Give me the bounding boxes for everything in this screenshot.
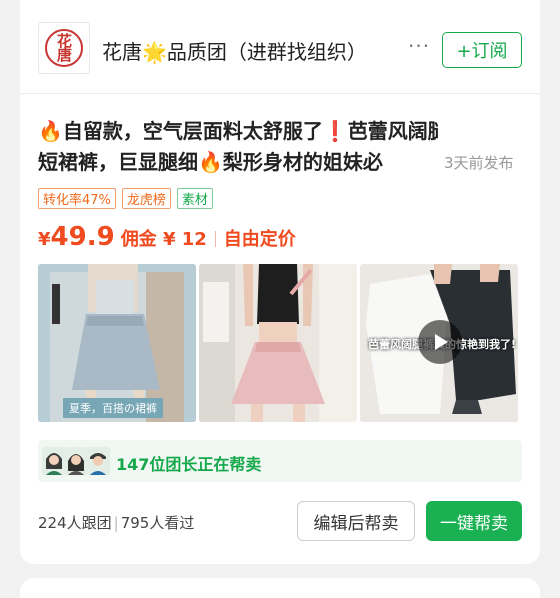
product-image-2[interactable] — [199, 264, 357, 422]
stats-row: 224人跟团 | 795人看过 — [38, 512, 194, 533]
price-row: ¥ 49.9 佣金 ¥ 12 自由定价 — [38, 222, 296, 256]
product-image-1[interactable]: 夏季，百搭の裙裤 — [38, 264, 196, 422]
tag-ranking: 龙虎榜 — [121, 188, 171, 209]
play-icon[interactable] — [418, 320, 462, 364]
custom-price-label[interactable]: 自由定价 — [224, 225, 296, 251]
price-currency: ¥ — [38, 229, 51, 250]
tag-material: 素材 — [176, 188, 213, 209]
commission-label: 佣金 ¥ 12 — [120, 229, 207, 250]
tag-list: 转化率47% 龙虎榜 素材 — [38, 188, 213, 209]
shop-avatar[interactable]: 花唐 — [38, 22, 90, 74]
edit-then-sell-button[interactable]: 编辑后帮卖 — [297, 501, 415, 541]
more-options-icon[interactable]: ··· — [408, 34, 430, 58]
image-caption: 夏季，百搭の裙裤 — [63, 398, 163, 418]
shop-name[interactable]: 花唐🌟品质团（进群找组织） — [102, 36, 367, 65]
one-click-sell-button[interactable]: 一键帮卖 — [426, 501, 522, 541]
helpers-count: 147位团长正在帮卖 — [116, 455, 262, 474]
post-title[interactable]: 🔥自留款，空气层面料太舒服了❗芭蕾风阔腿 短裙裤，巨显腿细🔥梨形身材的姐妹必 — [38, 116, 438, 178]
followers-count: 224人跟团 — [38, 514, 112, 532]
price-divider — [214, 231, 216, 247]
helper-avatars-icon — [42, 447, 110, 475]
card-header: 花唐 花唐🌟品质团（进群找组织） ··· +订阅 — [20, 0, 540, 94]
next-card-edge — [20, 578, 540, 598]
price-value: 49.9 — [50, 222, 115, 252]
publish-time: 3天前发布 — [444, 154, 514, 172]
shop-logo-seal: 花唐 — [45, 29, 83, 67]
post-title-line-1: 🔥自留款，空气层面料太舒服了❗芭蕾风阔腿 — [38, 119, 438, 143]
tag-conversion-rate: 转化率47% — [38, 188, 116, 209]
stats-separator: | — [113, 514, 119, 532]
post-title-line-2: 短裙裤，巨显腿细🔥梨形身材的姐妹必 — [38, 150, 383, 174]
subscribe-button[interactable]: +订阅 — [442, 32, 522, 68]
views-count: 795人看过 — [120, 514, 195, 532]
group-buy-card[interactable]: 花唐 花唐🌟品质团（进群找组织） ··· +订阅 🔥自留款，空气层面料太舒服了❗… — [20, 0, 540, 564]
product-video-3[interactable]: 芭蕾风阔腿裤真的惊艳到我了! — [360, 264, 518, 422]
pink-skirt-shorts-photo-icon — [199, 264, 357, 422]
helpers-bar[interactable]: 147位团长正在帮卖 — [38, 440, 522, 482]
